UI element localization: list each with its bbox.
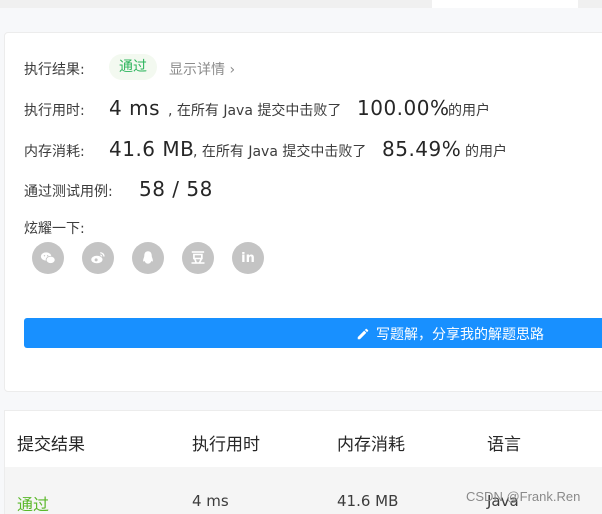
weibo-icon[interactable] [82,242,114,274]
table-header: 提交结果 执行用时 内存消耗 语言 [5,411,602,467]
douban-icon[interactable]: 豆 [182,242,214,274]
linkedin-glyph: in [241,250,255,266]
runtime-label: 执行用时: [24,103,85,119]
col-header-status[interactable]: 提交结果 [17,430,85,455]
write-solution-button[interactable]: 写题解，分享我的解题思路 [24,318,602,348]
tests-label: 通过测试用例: [24,184,113,200]
weibo-glyph [91,252,105,264]
tests-value: 58 / 58 [139,177,213,201]
result-label: 执行结果: [24,62,85,78]
row-status-link[interactable]: 通过 [17,491,49,514]
runtime-beat-text: , 在所有 Java 提交中击败了 [168,103,342,119]
wechat-glyph [40,252,56,264]
memory-label: 内存消耗: [24,144,85,160]
share-icons: 豆 in [32,242,264,274]
col-header-runtime[interactable]: 执行用时 [192,430,260,455]
runtime-value: 4 ms [109,96,160,120]
runtime-percent: 100.00% [357,96,450,120]
linkedin-icon[interactable]: in [232,242,264,274]
memory-percent: 85.49% [382,137,462,161]
active-tab[interactable] [432,0,578,8]
qq-glyph [143,251,153,264]
runtime-suffix: 的用户 [448,103,490,119]
wechat-icon[interactable] [32,242,64,274]
col-header-memory[interactable]: 内存消耗 [337,430,405,455]
memory-value: 41.6 MB [109,137,195,161]
share-label: 炫耀一下: [24,221,85,237]
douban-glyph: 豆 [191,251,205,267]
status-badge: 通过 [109,54,157,80]
qq-icon[interactable] [132,242,164,274]
pencil-icon [357,328,369,340]
memory-suffix: 的用户 [465,144,507,160]
write-solution-label: 写题解，分享我的解题思路 [376,327,544,343]
col-header-language[interactable]: 语言 [487,430,521,455]
row-runtime: 4 ms [192,492,229,510]
row-memory: 41.6 MB [337,492,399,510]
memory-beat-text: , 在所有 Java 提交中击败了 [193,144,367,160]
csdn-watermark: CSDN @Frank.Ren [466,489,581,504]
show-details-link[interactable]: 显示详情 › [169,59,235,79]
